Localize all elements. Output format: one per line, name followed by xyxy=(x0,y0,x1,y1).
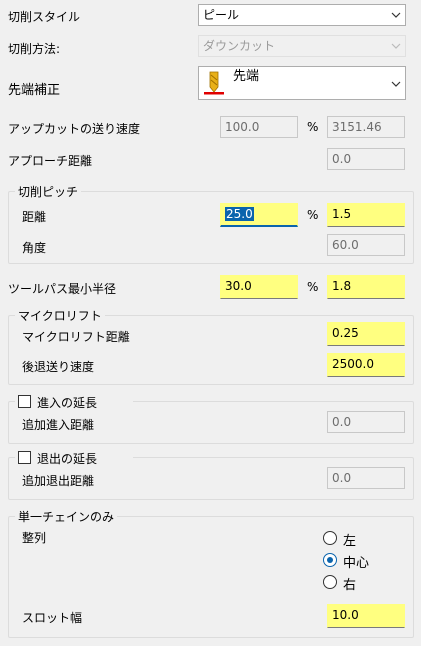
microlift-title: マイクロリフト xyxy=(15,307,105,324)
entry-extension-checkbox[interactable] xyxy=(18,395,31,408)
align-center-radio[interactable] xyxy=(323,553,337,567)
microlift-distance-label: マイクロリフト距離 xyxy=(22,330,130,344)
min-radius-percent-field[interactable]: 30.0 xyxy=(220,275,298,299)
align-option-right[interactable]: 右 xyxy=(323,574,403,593)
cut-style-dropdown[interactable]: ピール xyxy=(198,4,406,26)
pitch-distance-percent-field[interactable]: 25.0 xyxy=(220,203,298,227)
align-left-label: 左 xyxy=(343,534,357,549)
align-option-left[interactable]: 左 xyxy=(323,530,403,549)
cut-method-value: ダウンカット xyxy=(203,39,276,53)
single-chain-title: 単一チェインのみ xyxy=(15,508,118,525)
cut-method-dropdown: ダウンカット xyxy=(198,35,406,57)
chevron-down-icon xyxy=(391,81,401,87)
entry-add-distance-label: 追加進入距離 xyxy=(22,418,95,432)
approach-distance-label: アプローチ距離 xyxy=(8,154,93,168)
pitch-angle-field: 60.0 xyxy=(327,234,405,256)
cut-pitch-title: 切削ピッチ xyxy=(15,183,82,200)
retract-feed-label: 後退送り速度 xyxy=(22,360,95,374)
exit-extension-checkbox[interactable] xyxy=(18,451,31,464)
slot-width-label: スロット幅 xyxy=(22,611,83,625)
exit-extension-title: 退出の延長 xyxy=(37,452,98,466)
tip-comp-label: 先端補正 xyxy=(8,83,61,98)
tool-tip-icon xyxy=(204,71,224,95)
microlift-distance-field[interactable]: 0.25 xyxy=(327,322,405,346)
align-option-center[interactable]: 中心 xyxy=(323,552,403,571)
pitch-distance-value-field[interactable]: 1.5 xyxy=(327,203,405,227)
align-label: 整列 xyxy=(22,531,47,545)
retract-feed-field[interactable]: 2500.0 xyxy=(327,353,405,377)
exit-add-distance-field: 0.0 xyxy=(327,467,405,489)
pitch-distance-label: 距離 xyxy=(22,210,47,224)
entry-extension-header[interactable]: 進入の延長 xyxy=(15,394,133,410)
align-right-label: 右 xyxy=(343,578,357,593)
exit-extension-header[interactable]: 退出の延長 xyxy=(15,450,133,466)
upcut-feed-value-field: 3151.46 xyxy=(327,116,405,138)
min-radius-value-field[interactable]: 1.8 xyxy=(327,275,405,299)
tip-comp-dropdown[interactable]: 先端 xyxy=(198,66,406,100)
cut-style-label: 切削スタイル xyxy=(8,10,81,24)
align-center-label: 中心 xyxy=(343,556,370,571)
entry-extension-title: 進入の延長 xyxy=(37,396,98,410)
percent-sign: % xyxy=(307,120,319,134)
percent-sign: % xyxy=(307,208,319,222)
pitch-distance-percent-value: 25.0 xyxy=(225,207,254,221)
approach-distance-field: 0.0 xyxy=(327,148,405,170)
upcut-feed-percent-field: 100.0 xyxy=(220,116,298,138)
exit-add-distance-label: 追加退出距離 xyxy=(22,474,95,488)
align-left-radio[interactable] xyxy=(323,531,337,545)
entry-add-distance-field: 0.0 xyxy=(327,411,405,433)
min-radius-label: ツールパス最小半径 xyxy=(8,282,117,296)
cut-method-label: 切削方法: xyxy=(8,42,61,56)
pitch-angle-label: 角度 xyxy=(22,241,47,255)
align-right-radio[interactable] xyxy=(323,575,337,589)
upcut-feed-label: アップカットの送り速度 xyxy=(8,122,141,136)
percent-sign: % xyxy=(307,280,319,294)
chevron-down-icon xyxy=(391,43,401,49)
tip-comp-value: 先端 xyxy=(233,69,260,84)
chevron-down-icon xyxy=(391,12,401,18)
cut-style-value: ピール xyxy=(203,8,240,22)
slot-width-field[interactable]: 10.0 xyxy=(327,604,405,628)
